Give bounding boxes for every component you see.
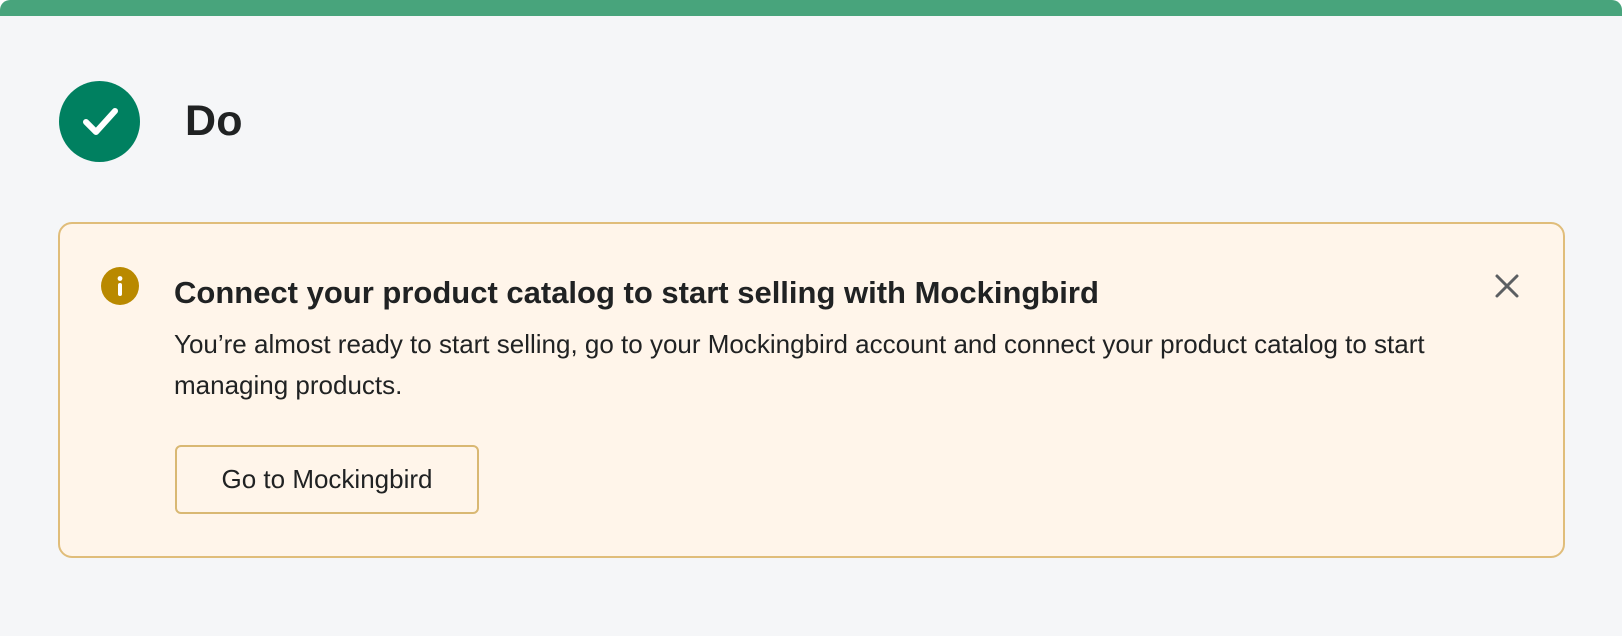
warning-banner: Connect your product catalog to start se… bbox=[58, 222, 1565, 558]
go-to-mockingbird-button[interactable]: Go to Mockingbird bbox=[175, 445, 479, 514]
info-icon bbox=[101, 267, 139, 305]
close-icon bbox=[1495, 274, 1519, 298]
do-heading: Do bbox=[185, 96, 243, 145]
do-header: Do bbox=[59, 80, 243, 162]
dismiss-button[interactable] bbox=[1485, 264, 1529, 308]
do-example-card: Do Connect your product catalog to start… bbox=[0, 0, 1622, 636]
checkmark-icon bbox=[82, 108, 118, 135]
banner-title: Connect your product catalog to start se… bbox=[174, 275, 1099, 310]
banner-description: You’re almost ready to start selling, go… bbox=[174, 329, 1425, 400]
checkmark-badge bbox=[59, 80, 140, 162]
